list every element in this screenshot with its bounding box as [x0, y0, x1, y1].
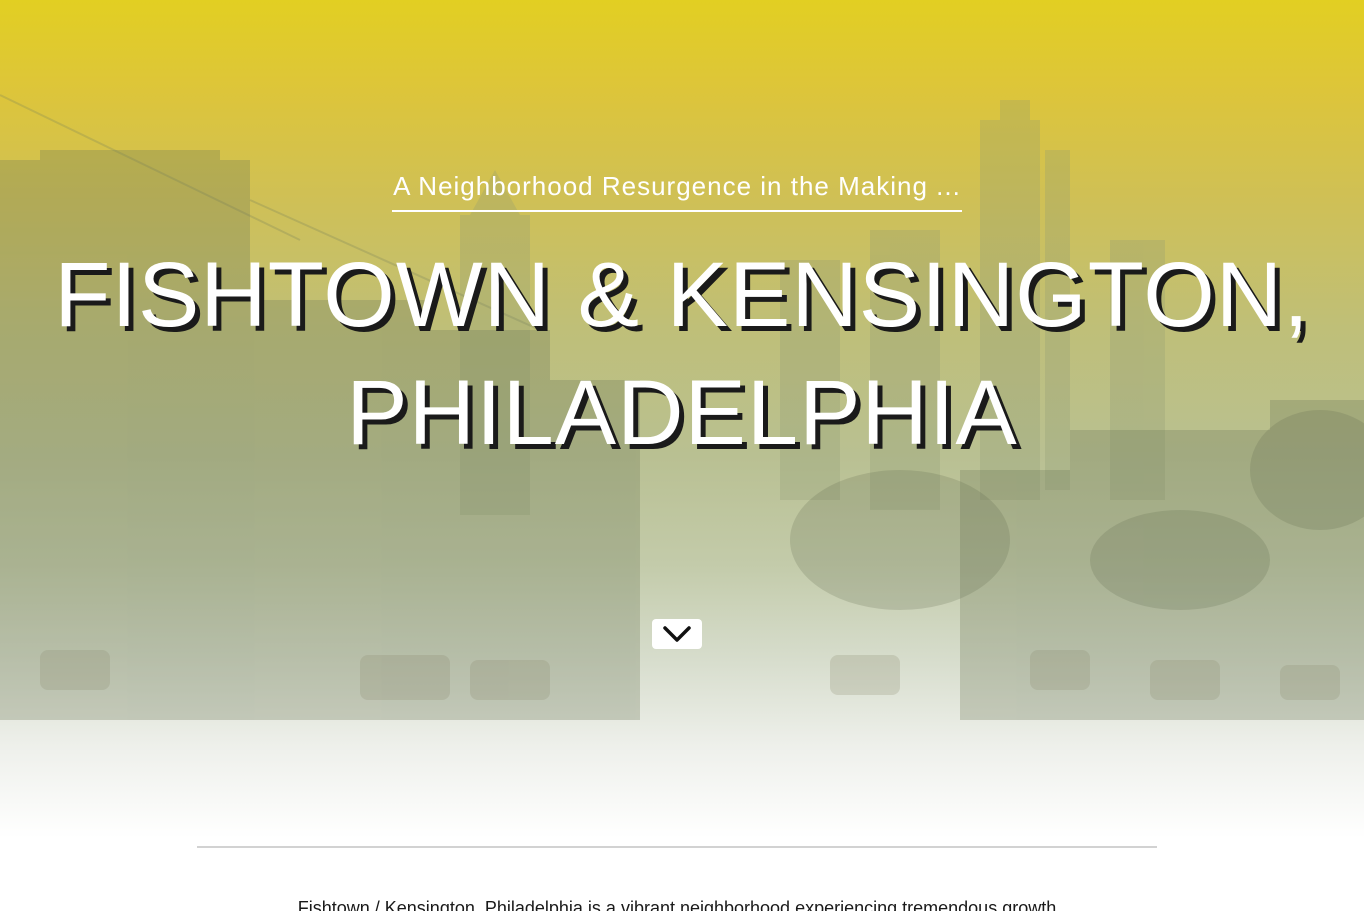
section-divider — [197, 846, 1157, 848]
headline-line-1: FISHTOWN & KENSINGTON, — [54, 244, 1310, 346]
chevron-down-icon — [663, 626, 691, 642]
hero-section: A Neighborhood Resurgence in the Making … — [0, 0, 1364, 911]
hero-subtitle: A Neighborhood Resurgence in the Making … — [392, 170, 962, 212]
hero-headline: FISHTOWN & KENSINGTON, PHILADELPHIA — [40, 236, 1324, 472]
headline-line-2: PHILADELPHIA — [346, 362, 1018, 464]
scroll-down-button[interactable] — [652, 619, 702, 649]
intro-paragraph: Fishtown / Kensington, Philadelphia is a… — [297, 898, 1057, 911]
